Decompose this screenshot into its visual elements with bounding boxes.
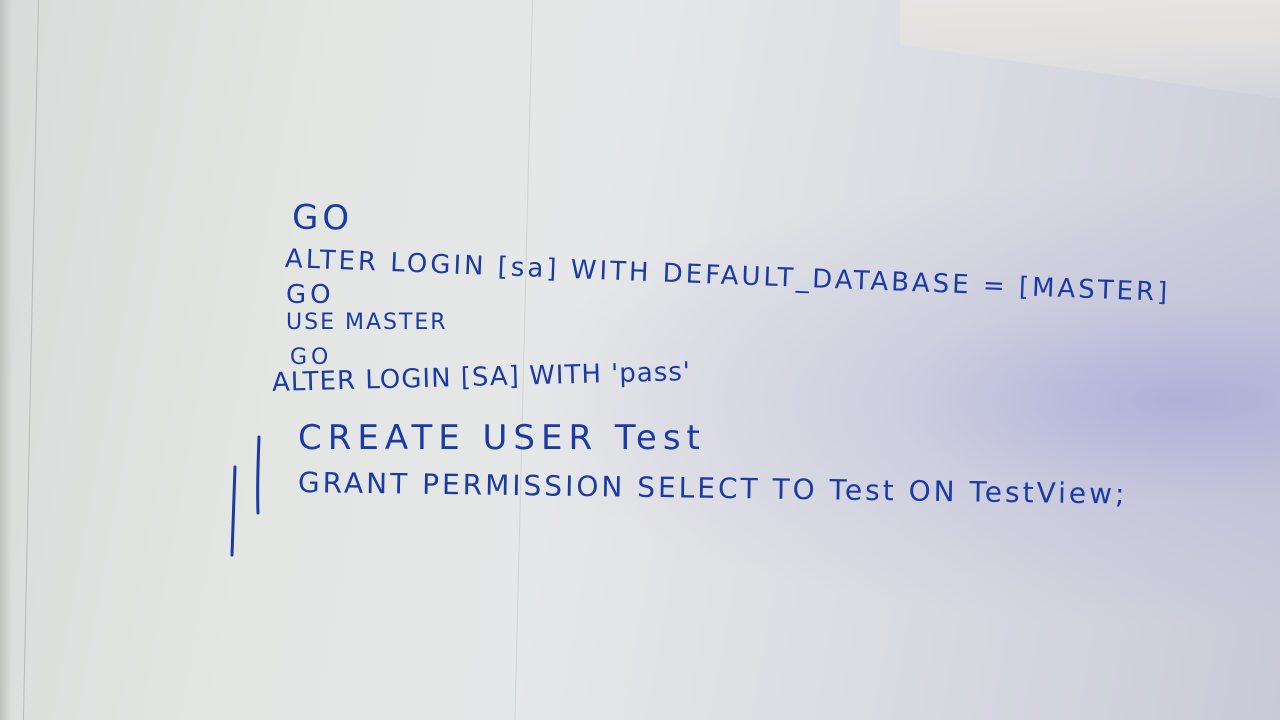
- wall-edge-shadow: [0, 0, 12, 720]
- whiteboard: GO ALTER LOGIN [sa] WITH DEFAULT_DATABAS…: [0, 0, 1280, 720]
- double-bar-mark: [230, 435, 261, 557]
- handwritten-line-go: GO: [291, 197, 354, 239]
- handwritten-line-use-master: USE MASTER: [286, 310, 448, 335]
- panel-seam: [22, 0, 39, 720]
- wall-corner: [900, 0, 1280, 116]
- handwritten-line-alter-login-default-db: ALTER LOGIN [sa] WITH DEFAULT_DATABASE =…: [284, 244, 1171, 308]
- handwritten-line-grant-permission: GRANT PERMISSION SELECT TO Test ON TestV…: [297, 466, 1128, 511]
- panel-seam: [514, 0, 533, 720]
- handwritten-line-go: GO: [286, 280, 335, 310]
- handwritten-line-create-user: CREATE USER Test: [298, 418, 706, 458]
- handwritten-line-alter-login-password: ALTER LOGIN [SA] WITH 'pass': [271, 357, 692, 398]
